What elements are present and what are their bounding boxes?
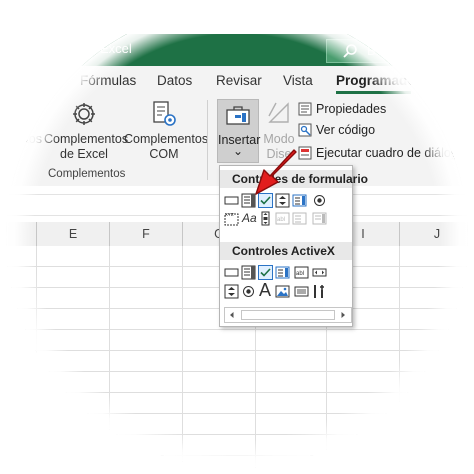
button-control-icon[interactable] — [224, 193, 239, 208]
ver-codigo-label: Ver código — [316, 123, 376, 137]
complementos-excel-label-1: Complementos — [44, 132, 129, 146]
activex-spinner-icon[interactable] — [224, 284, 239, 299]
design-mode-icon — [268, 102, 289, 123]
scrollbar-control-icon[interactable] — [258, 211, 273, 226]
column-header-j[interactable]: J — [400, 222, 474, 246]
com-addin-icon — [153, 101, 176, 126]
excel-window: Excel B Fórmulas Datos Revisar Vista Pro… — [0, 0, 474, 474]
scroll-right-icon[interactable] — [337, 309, 349, 321]
activex-combobox-icon[interactable] — [241, 265, 256, 280]
more-controls-tools-icon[interactable] — [312, 284, 327, 299]
textfield-disabled-icon[interactable]: abl — [275, 211, 290, 226]
complementos-com-button[interactable]: Complementos COM — [124, 100, 209, 162]
complementos-partial-label: tos — [25, 132, 42, 146]
abl-label-disabled: abl — [277, 217, 285, 223]
xyz-label: XYZ — [225, 212, 234, 217]
properties-icon — [298, 102, 312, 116]
complementos-partial-button[interactable]: tos — [0, 132, 42, 147]
complementos-com-label-1: Complementos — [124, 132, 209, 146]
active-tab-indicator — [336, 91, 411, 94]
column-header-f[interactable]: F — [110, 222, 183, 246]
combo-list-disabled-icon[interactable] — [292, 211, 307, 226]
activex-button-icon[interactable] — [224, 265, 239, 280]
activex-image-icon[interactable] — [275, 284, 290, 299]
activex-listbox-icon[interactable] — [275, 265, 290, 280]
group-separator — [207, 100, 208, 180]
scrollbar-thumb[interactable] — [241, 310, 335, 320]
column-header-d[interactable] — [0, 222, 37, 246]
tab-datos[interactable]: Datos — [157, 73, 192, 88]
combo-dropdown-disabled-icon[interactable] — [312, 211, 327, 226]
search-hint: B — [367, 43, 376, 58]
search-icon — [343, 44, 357, 58]
complementos-excel-label-2: de Excel — [60, 147, 108, 161]
ribbon-tabs: Fórmulas Datos Revisar Vista Programado — [0, 66, 474, 96]
label-control-icon[interactable]: Aa — [242, 211, 257, 225]
title-bar: Excel B — [0, 34, 474, 66]
activex-controls-header: Controles ActiveX — [220, 242, 352, 260]
scroll-left-icon[interactable] — [226, 309, 238, 321]
red-pointer-arrow-icon — [255, 149, 297, 195]
activex-toggle-button-icon[interactable] — [294, 284, 309, 299]
activex-scrollbar-icon[interactable] — [312, 265, 327, 280]
activex-option-button-icon[interactable] — [241, 284, 256, 299]
activex-textbox-icon[interactable]: abl — [294, 265, 309, 280]
toolbox-icon — [226, 106, 250, 125]
group-label-complementos: Complementos — [48, 168, 126, 180]
tab-vista[interactable]: Vista — [283, 73, 313, 88]
view-code-icon — [298, 123, 312, 137]
dropdown-scrollbar[interactable] — [224, 307, 352, 323]
app-title: Excel — [100, 41, 132, 56]
complementos-excel-button[interactable]: Complementos de Excel — [44, 100, 129, 162]
complementos-com-label-2: COM — [149, 147, 179, 161]
gear-icon — [73, 103, 95, 125]
propiedades-label: Propiedades — [316, 102, 387, 116]
abl-label: abl — [296, 271, 304, 277]
run-dialog-icon — [298, 146, 312, 160]
activex-checkbox-icon[interactable] — [258, 265, 273, 280]
modo-diseno-label-1: Modo — [263, 132, 295, 146]
column-header-e[interactable]: E — [37, 222, 110, 246]
activex-label-icon[interactable]: A — [259, 280, 271, 301]
option-button-control-icon[interactable] — [312, 193, 327, 208]
tab-formulas[interactable]: Fórmulas — [80, 73, 136, 88]
ejecutar-dialogo-label: Ejecutar cuadro de diálogo — [316, 146, 465, 160]
tab-revisar[interactable]: Revisar — [216, 73, 262, 88]
tab-programador[interactable]: Programado — [336, 73, 416, 88]
search-box[interactable]: B — [326, 39, 474, 63]
group-box-control-icon[interactable]: XYZ — [224, 211, 239, 226]
